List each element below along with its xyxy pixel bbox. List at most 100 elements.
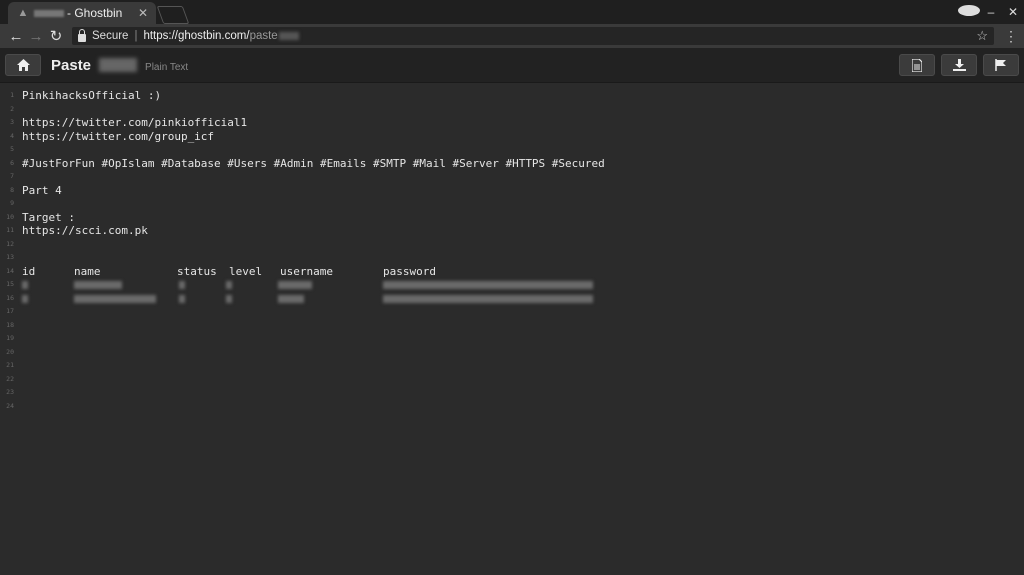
reload-icon[interactable]: ↻: [46, 27, 66, 45]
raw-button[interactable]: [899, 54, 935, 76]
column-header-level: level: [229, 264, 263, 278]
line-text: [22, 278, 1024, 292]
line-number: 21: [6, 361, 14, 369]
browser-menu-icon[interactable]: ⋮: [1004, 28, 1018, 45]
code-line: 5: [0, 143, 1024, 157]
line-text: [22, 170, 1024, 184]
line-text: [22, 400, 1024, 414]
line-number: 4: [10, 131, 14, 140]
paste-header: Paste Plain Text: [0, 48, 1024, 83]
redacted-cell: [383, 281, 593, 289]
line-number: 7: [10, 172, 14, 180]
download-button[interactable]: [941, 54, 977, 76]
line-text: id name status level username password: [22, 265, 1024, 279]
code-line: 13: [0, 251, 1024, 265]
line-text: https://twitter.com/group_icf: [22, 129, 215, 143]
home-icon: [16, 59, 30, 71]
line-text: [22, 251, 1024, 265]
line-number: 23: [6, 388, 14, 396]
page-title: Paste: [51, 56, 92, 74]
line-text: [22, 197, 1024, 211]
line-text: PinkihacksOfficial :): [22, 89, 162, 102]
browser-tab[interactable]: ▲ - Ghostbin ✕: [8, 2, 156, 24]
tab-title: - Ghostbin: [67, 6, 123, 20]
code-line: 12: [0, 238, 1024, 252]
ghost-icon: ▲: [17, 7, 29, 19]
close-window-icon[interactable]: ✕: [1002, 5, 1024, 19]
line-text: Target :: [22, 210, 75, 224]
line-text: [22, 346, 1024, 360]
line-number: 3: [10, 118, 14, 126]
line-text: Part 4: [22, 183, 62, 197]
line-number: 15: [6, 280, 14, 288]
line-number: 2: [10, 104, 14, 113]
line-number: 18: [6, 320, 14, 329]
forward-arrow-icon[interactable]: →: [26, 28, 46, 45]
code-line: 1 PinkihacksOfficial :): [0, 89, 1024, 103]
line-number: 20: [6, 347, 14, 356]
back-arrow-icon[interactable]: ←: [6, 28, 26, 45]
report-button[interactable]: [983, 54, 1019, 76]
line-number: 17: [6, 307, 14, 315]
code-line: 18: [0, 319, 1024, 333]
code-line: 3 https://twitter.com/pinkiofficial1: [0, 116, 1024, 130]
browser-toolbar: ← → ↻ Secure | https://ghostbin.com/ pas…: [0, 24, 1024, 48]
code-line: 11 https://scci.com.pk: [0, 224, 1024, 238]
redacted-cell: [383, 294, 593, 303]
line-number: 19: [6, 334, 14, 342]
line-text: https://twitter.com/pinkiofficial1: [22, 116, 248, 129]
line-number: 12: [6, 239, 14, 248]
line-text: https://scci.com.pk: [22, 224, 148, 237]
code-line: 16: [0, 292, 1024, 306]
code-line: 24: [0, 400, 1024, 414]
column-header-username: username: [280, 264, 333, 278]
redacted-cell: [278, 294, 304, 303]
new-tab-button[interactable]: [156, 6, 190, 24]
url-path: paste: [249, 30, 278, 42]
bookmark-star-icon[interactable]: ☆: [976, 28, 988, 44]
column-header-password: password: [383, 264, 436, 278]
tab-title-redacted: [34, 9, 64, 17]
line-text: [22, 292, 1024, 306]
code-line: 9: [0, 197, 1024, 211]
redacted-cell: [278, 281, 312, 289]
redacted-cell: [179, 294, 185, 303]
language-label: Plain Text: [145, 61, 189, 73]
document-icon: [912, 58, 922, 72]
code-line: 21: [0, 359, 1024, 373]
tab-close-icon[interactable]: ✕: [138, 6, 148, 20]
paste-id-redacted: [99, 58, 138, 72]
line-number: 6: [10, 158, 14, 167]
line-number: 1: [10, 91, 14, 99]
paste-content: 1 PinkihacksOfficial :) 2 3 https://twitter.…: [0, 83, 1024, 413]
line-number: 22: [6, 374, 14, 383]
url-host: https://ghostbin.com/: [143, 30, 250, 42]
line-number: 8: [10, 185, 14, 194]
line-text: [22, 305, 1024, 319]
minimize-icon[interactable]: –: [980, 5, 1002, 19]
redacted-cell: [226, 281, 232, 289]
profile-icon[interactable]: [958, 5, 980, 19]
url-separator: |: [134, 30, 138, 42]
line-text: [22, 319, 1024, 333]
line-number: 11: [6, 226, 14, 234]
code-line: 4 https://twitter.com/group_icf: [0, 130, 1024, 144]
code-line: 19: [0, 332, 1024, 346]
address-bar[interactable]: Secure | https://ghostbin.com/ paste ☆: [72, 27, 994, 45]
code-line: 15: [0, 278, 1024, 292]
line-text: [22, 143, 1024, 157]
download-icon: [952, 59, 966, 71]
redacted-cell: [74, 281, 122, 289]
line-number: 10: [6, 212, 14, 221]
secure-label: Secure: [92, 30, 129, 42]
home-button[interactable]: [5, 54, 41, 76]
column-header-name: name: [74, 264, 101, 278]
line-text: [22, 103, 1024, 117]
code-line: 20: [0, 346, 1024, 360]
redacted-cell: [22, 294, 28, 303]
line-text: [22, 373, 1024, 387]
line-number: 13: [6, 253, 14, 261]
code-line: 14 id name status level username password: [0, 265, 1024, 279]
redacted-cell: [226, 294, 232, 303]
flag-icon: [995, 59, 1006, 71]
